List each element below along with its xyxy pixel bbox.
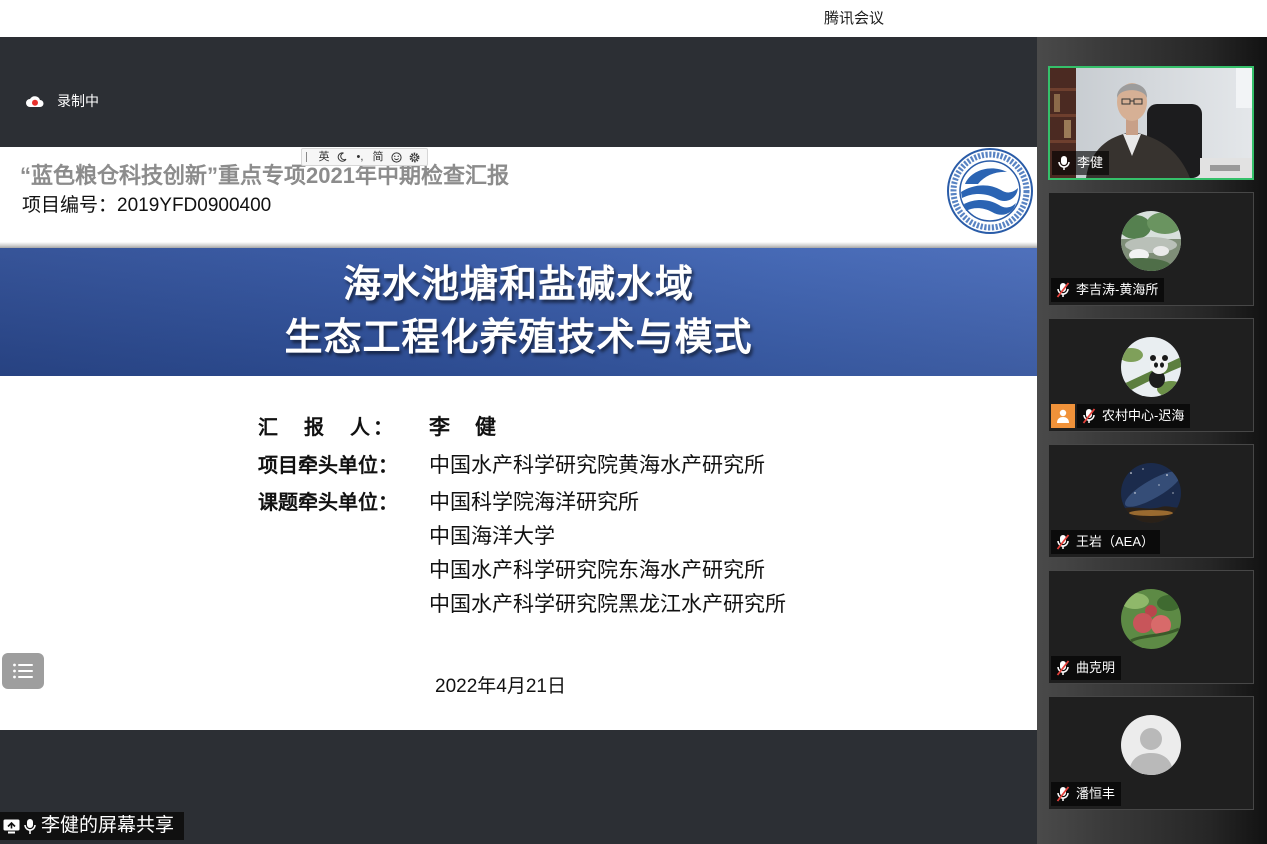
mic-icon	[24, 818, 36, 834]
banner-title-line-1: 海水池塘和盐碱水域	[342, 264, 694, 306]
mic-muted-icon	[1056, 534, 1070, 550]
panda-avatar	[1121, 337, 1181, 397]
recording-icon	[26, 96, 44, 107]
fruit-avatar	[1121, 589, 1181, 649]
gear-icon	[409, 152, 419, 162]
lead-unit-label: 项目牵头单位：	[258, 455, 398, 477]
project-number: 项目编号：2019YFD0900400	[22, 195, 272, 216]
window-title: 腾讯会议	[824, 10, 885, 27]
landscape-avatar	[1121, 211, 1181, 271]
recording-indicator[interactable]: 录制中	[25, 91, 99, 111]
institute-logo	[947, 148, 1033, 234]
banner-title-line-2: 生态工程化养殖技术与模式	[284, 317, 753, 359]
title-bar: 腾讯会议	[0, 0, 1267, 37]
ime-settings-button[interactable]	[405, 149, 423, 165]
participant-badge	[1051, 404, 1075, 428]
report-date: 2022年4月21日	[435, 676, 566, 697]
participant-tile[interactable]: 曲克明	[1048, 570, 1254, 684]
moon-icon	[337, 152, 347, 162]
ime-script-toggle[interactable]: 简	[369, 149, 387, 165]
person-icon	[1057, 409, 1069, 423]
slide-menu-button[interactable]	[2, 653, 44, 689]
participant-name: 李吉涛-黄海所	[1076, 282, 1159, 297]
topic-unit-item: 中国水产科学研究院东海水产研究所	[429, 559, 765, 582]
ime-language-toggle[interactable]: 英	[315, 149, 333, 165]
lead-unit-value: 中国水产科学研究院黄海水产研究所	[429, 454, 765, 477]
participant-tile[interactable]: 李健	[1048, 66, 1254, 180]
screen-share-status: 李健的屏幕共享	[0, 812, 184, 840]
topic-units-label: 课题牵头单位：	[258, 492, 398, 514]
participant-name: 潘恒丰	[1076, 786, 1116, 801]
mic-muted-icon	[1056, 660, 1070, 676]
topic-unit-item: 中国科学院海洋研究所	[429, 491, 639, 514]
participant-label: 农村中心-迟海	[1077, 404, 1191, 428]
mic-muted-icon	[1082, 408, 1096, 424]
participant-label: 王岩（AEA）	[1051, 530, 1161, 554]
default-person-avatar	[1121, 715, 1181, 775]
participant-name: 王岩（AEA）	[1076, 534, 1155, 549]
participant-name: 农村中心-迟海	[1102, 408, 1185, 423]
reporter-label: 汇 报 人：	[258, 417, 396, 439]
participant-label: 潘恒丰	[1051, 782, 1122, 806]
participant-tile[interactable]: 农村中心-迟海	[1048, 318, 1254, 432]
participant-gallery[interactable]: 李健 李吉涛-黄海所 农村中心-迟海 王岩（AEA） 曲克明 潘恒丰	[1037, 37, 1267, 844]
ime-toolbar[interactable]: 英 •, 简	[301, 148, 428, 166]
participant-name: 李健	[1077, 155, 1104, 170]
screen-share-stage: 录制中 “蓝色粮仓科技创新”重点专项2021年中期检查汇报 项目编号：2019Y…	[0, 37, 1037, 844]
participant-tile[interactable]: 王岩（AEA）	[1048, 444, 1254, 558]
list-icon	[13, 663, 33, 679]
mic-muted-icon	[1056, 282, 1070, 298]
title-banner: 海水池塘和盐碱水域 生态工程化养殖技术与模式	[0, 248, 1037, 376]
share-status-label: 李健的屏幕共享	[41, 815, 175, 836]
presentation-slide: “蓝色粮仓科技创新”重点专项2021年中期检查汇报 项目编号：2019YFD09…	[0, 147, 1037, 730]
ime-emoji-button[interactable]	[387, 149, 405, 165]
slide-header-title: “蓝色粮仓科技创新”重点专项2021年中期检查汇报	[20, 163, 509, 188]
ime-punctuation-toggle[interactable]: •,	[351, 149, 369, 165]
participant-label: 曲克明	[1051, 656, 1122, 680]
participant-label: 李吉涛-黄海所	[1051, 278, 1165, 302]
mic-muted-icon	[1056, 786, 1070, 802]
night-sky-avatar	[1121, 463, 1181, 523]
ime-drag-handle[interactable]	[306, 152, 307, 162]
participant-tile[interactable]: 李吉涛-黄海所	[1048, 192, 1254, 306]
topic-unit-item: 中国水产科学研究院黑龙江水产研究所	[429, 593, 786, 616]
participant-name: 曲克明	[1076, 660, 1116, 675]
ime-width-toggle[interactable]	[333, 149, 351, 165]
topic-unit-item: 中国海洋大学	[429, 525, 555, 548]
mic-icon	[1058, 156, 1070, 170]
recording-label: 录制中	[57, 93, 99, 109]
participant-tile[interactable]: 潘恒丰	[1048, 696, 1254, 810]
emoji-icon	[390, 151, 402, 163]
screen-share-icon	[3, 819, 20, 833]
reporter-name: 李 健	[429, 416, 498, 439]
participant-label: 李健	[1052, 151, 1110, 175]
